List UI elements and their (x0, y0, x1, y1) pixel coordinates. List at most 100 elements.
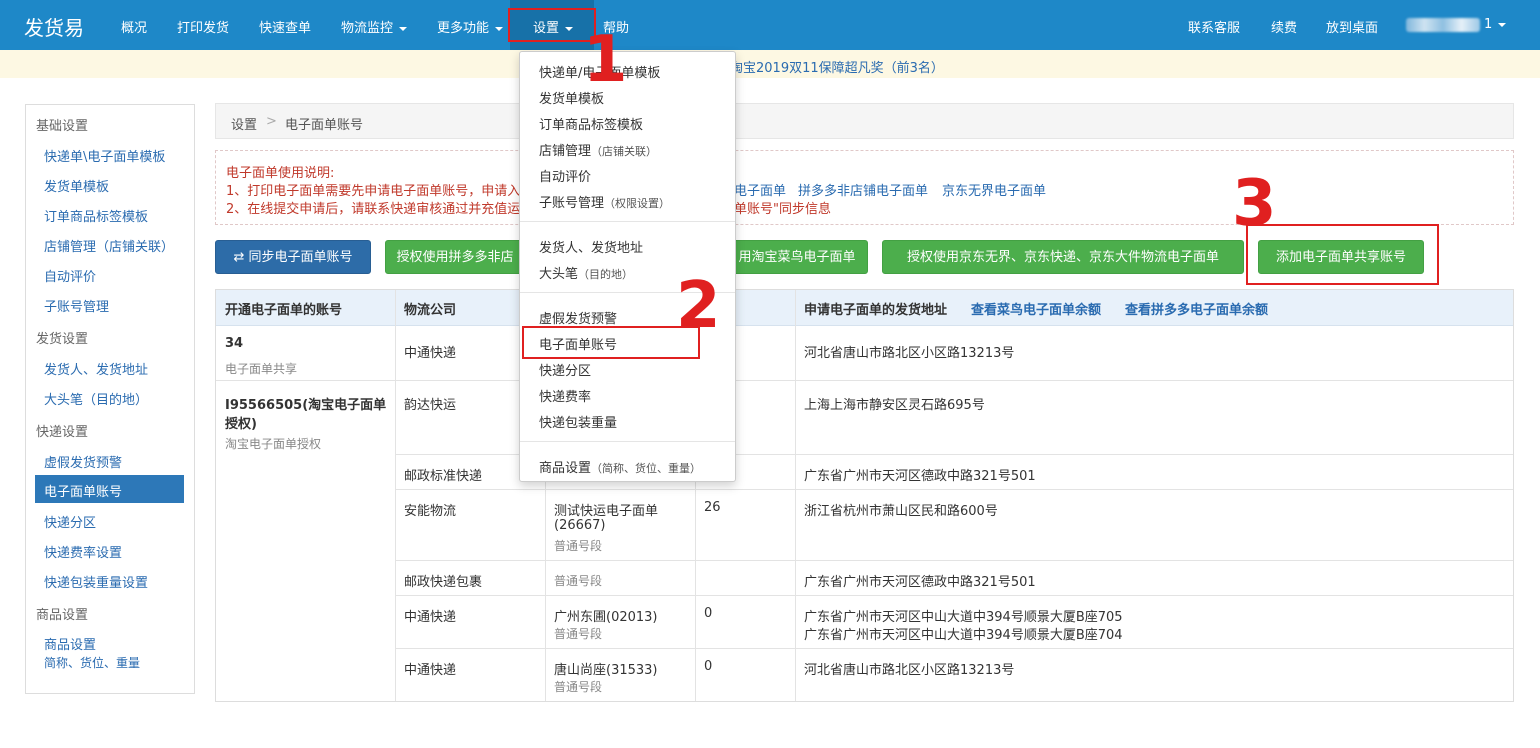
menu-sub-small: （权限设置） (604, 197, 671, 210)
row7-address: 河北省唐山市路北区小区路13213号 (804, 663, 1015, 678)
link-cainiao-eorder[interactable]: 电子面单 (734, 180, 786, 199)
menu-item-express-zones[interactable]: 快递分区 (539, 360, 591, 379)
nav-print-ship[interactable]: 打印发货 (177, 17, 229, 36)
sidebar-item-sender-address[interactable]: 发货人、发货地址 (44, 359, 148, 378)
nav-add-to-desktop[interactable]: 放到桌面 (1326, 17, 1378, 36)
menu-item-fake-shipment-alert[interactable]: 虚假发货预警 (539, 308, 617, 327)
row3-address: 广东省广州市天河区德政中路321号501 (804, 469, 1036, 484)
th-address: 申请电子面单的发货地址 (804, 303, 948, 318)
chevron-down-icon (495, 26, 504, 31)
row6-address: 广东省广州市天河区中山大道中394号顺景大厦B座705 (804, 610, 1123, 625)
row5-address: 广东省广州市天河区德政中路321号501 (804, 575, 1036, 590)
row2-company: 韵达快运 (404, 398, 457, 413)
sidebar-item-invoice-template[interactable]: 发货单模板 (44, 176, 109, 195)
menu-item-sender-address[interactable]: 发货人、发货地址 (539, 237, 643, 256)
sidebar-item-express-template[interactable]: 快递单\电子面单模板 (44, 146, 165, 165)
row6-address-2: 广东省广州市天河区中山大道中394号顺景大厦B座704 (804, 628, 1123, 643)
row7-balance: 0 (704, 659, 713, 674)
row1-address: 河北省唐山市路北区小区路13213号 (804, 346, 1015, 361)
annotation-number-1: 1 (583, 23, 628, 97)
breadcrumb-separator: > (266, 114, 277, 129)
breadcrumb (215, 103, 1514, 139)
row-divider (216, 380, 1513, 381)
row-divider (396, 595, 1513, 596)
link-cainiao-balance[interactable]: 查看菜鸟电子面单余额 (971, 299, 1101, 318)
sidebar-group-goods: 商品设置 (36, 608, 89, 623)
menu-item-label-template[interactable]: 订单商品标签模板 (539, 114, 643, 133)
annotation-box-eorder-account (522, 326, 700, 359)
menu-item-auto-review[interactable]: 自动评价 (539, 166, 591, 185)
sidebar-item-fake-shipment-alert[interactable]: 虚假发货预警 (44, 452, 122, 471)
row5-company: 邮政快递包裹 (404, 575, 483, 590)
menu-divider (520, 441, 735, 442)
row7-outlet: 唐山尚座(31533) (554, 663, 658, 678)
link-pdd-eorder[interactable]: 拼多多非店铺电子面单 (798, 180, 928, 199)
row5-outlet-sub: 普通号段 (554, 574, 603, 588)
annotation-number-3: 3 (1232, 167, 1277, 241)
sidebar-item-sub-accounts[interactable]: 子账号管理 (44, 296, 109, 315)
authorize-pdd-button[interactable]: 授权使用拼多多非店 (385, 240, 525, 274)
user-suffix: 1 (1484, 17, 1493, 32)
link-pdd-balance[interactable]: 查看拼多多电子面单余额 (1125, 299, 1268, 318)
row-divider (396, 489, 1513, 490)
brand-logo[interactable]: 发货易 (24, 12, 84, 41)
nav-logistics-label: 物流监控 (341, 21, 394, 36)
row1-account: 34 (225, 336, 244, 351)
col-divider (795, 290, 796, 701)
menu-item-express-rates[interactable]: 快递费率 (539, 386, 591, 405)
row6-outlet-sub: 普通号段 (554, 627, 603, 641)
notice-text[interactable]: 淘宝2019双11保障超凡奖（前3名） (730, 57, 944, 76)
menu-item-goods-settings[interactable]: 商品设置（简称、货位、重量） (539, 457, 701, 476)
instructions-line-2: 2、在线提交申请后，请联系快递审核通过并充值运 (226, 202, 521, 217)
breadcrumb-current: 电子面单账号 (285, 118, 364, 133)
authorize-cainiao-button[interactable]: 用淘宝菜鸟电子面单 (726, 240, 868, 274)
row4-company: 安能物流 (404, 504, 457, 519)
sidebar-goods-sub[interactable]: 简称、货位、重量 (44, 654, 140, 671)
nav-more-functions[interactable]: 更多功能 (437, 17, 504, 36)
breadcrumb-root[interactable]: 设置 (231, 114, 257, 133)
row4-outlet: 测试快运电子面单 (554, 504, 659, 519)
user-name-blurred[interactable] (1406, 18, 1480, 32)
instructions-line-2-tail: 单账号"同步信息 (734, 202, 831, 217)
row6-balance: 0 (704, 606, 713, 621)
row7-company: 中通快递 (404, 663, 457, 678)
nav-overview[interactable]: 概况 (121, 17, 147, 36)
row4-outlet-sub: 普通号段 (554, 539, 603, 553)
chevron-down-icon (399, 26, 408, 31)
sync-eorder-account-button[interactable]: ⇄ 同步电子面单账号 (215, 240, 371, 274)
sidebar-item-express-rates[interactable]: 快递费率设置 (44, 542, 122, 561)
menu-item-shop-management[interactable]: 店铺管理（店铺关联） (539, 140, 657, 159)
annotation-number-2: 2 (676, 269, 721, 343)
menu-goods-small: （简称、货位、重量） (591, 462, 702, 475)
sidebar-item-eorder-account[interactable]: 电子面单账号 (44, 481, 122, 500)
link-jd-eorder[interactable]: 京东无界电子面单 (942, 180, 1046, 199)
sidebar-item-goods-settings[interactable]: 商品设置 (44, 634, 96, 653)
sidebar-item-destination-marker[interactable]: 大头笔（目的地） (44, 389, 148, 408)
menu-divider (520, 221, 735, 222)
sidebar-item-package-weight[interactable]: 快递包装重量设置 (44, 572, 148, 591)
sidebar-item-shop-management[interactable]: 店铺管理（店铺关联） (44, 236, 174, 255)
nav-quick-query[interactable]: 快速查单 (259, 17, 311, 36)
menu-item-destination-marker[interactable]: 大头笔（目的地） (539, 263, 633, 282)
sidebar-group-express: 快递设置 (36, 425, 89, 440)
row4-outlet-code: (26667) (554, 518, 606, 533)
th-company: 物流公司 (404, 303, 457, 318)
menu-item-package-weight[interactable]: 快递包装重量 (539, 412, 617, 431)
row6-company: 中通快递 (404, 610, 457, 625)
nav-contact-support[interactable]: 联系客服 (1188, 17, 1240, 36)
nav-logistics-monitor[interactable]: 物流监控 (341, 17, 408, 36)
sidebar-item-auto-review[interactable]: 自动评价 (44, 266, 96, 285)
nav-renew[interactable]: 续费 (1271, 17, 1297, 36)
menu-item-sub-accounts[interactable]: 子账号管理（权限设置） (539, 192, 670, 211)
menu-shop-label: 店铺管理 (539, 144, 592, 159)
user-menu[interactable]: 1 (1484, 17, 1507, 32)
row1-account-sub: 电子面单共享 (225, 362, 298, 376)
sidebar-item-label-template[interactable]: 订单商品标签模板 (44, 206, 148, 225)
row4-address: 浙江省杭州市萧山区民和路600号 (804, 504, 998, 519)
row7-outlet-sub: 普通号段 (554, 680, 603, 694)
instructions-title: 电子面单使用说明: (226, 166, 335, 181)
authorize-jd-button[interactable]: 授权使用京东无界、京东快递、京东大件物流电子面单 (882, 240, 1244, 274)
row2-account: I95566505(淘宝电子面单 (225, 398, 387, 413)
sidebar-item-express-zones[interactable]: 快递分区 (44, 512, 96, 531)
menu-dest-small: （目的地） (578, 268, 634, 281)
